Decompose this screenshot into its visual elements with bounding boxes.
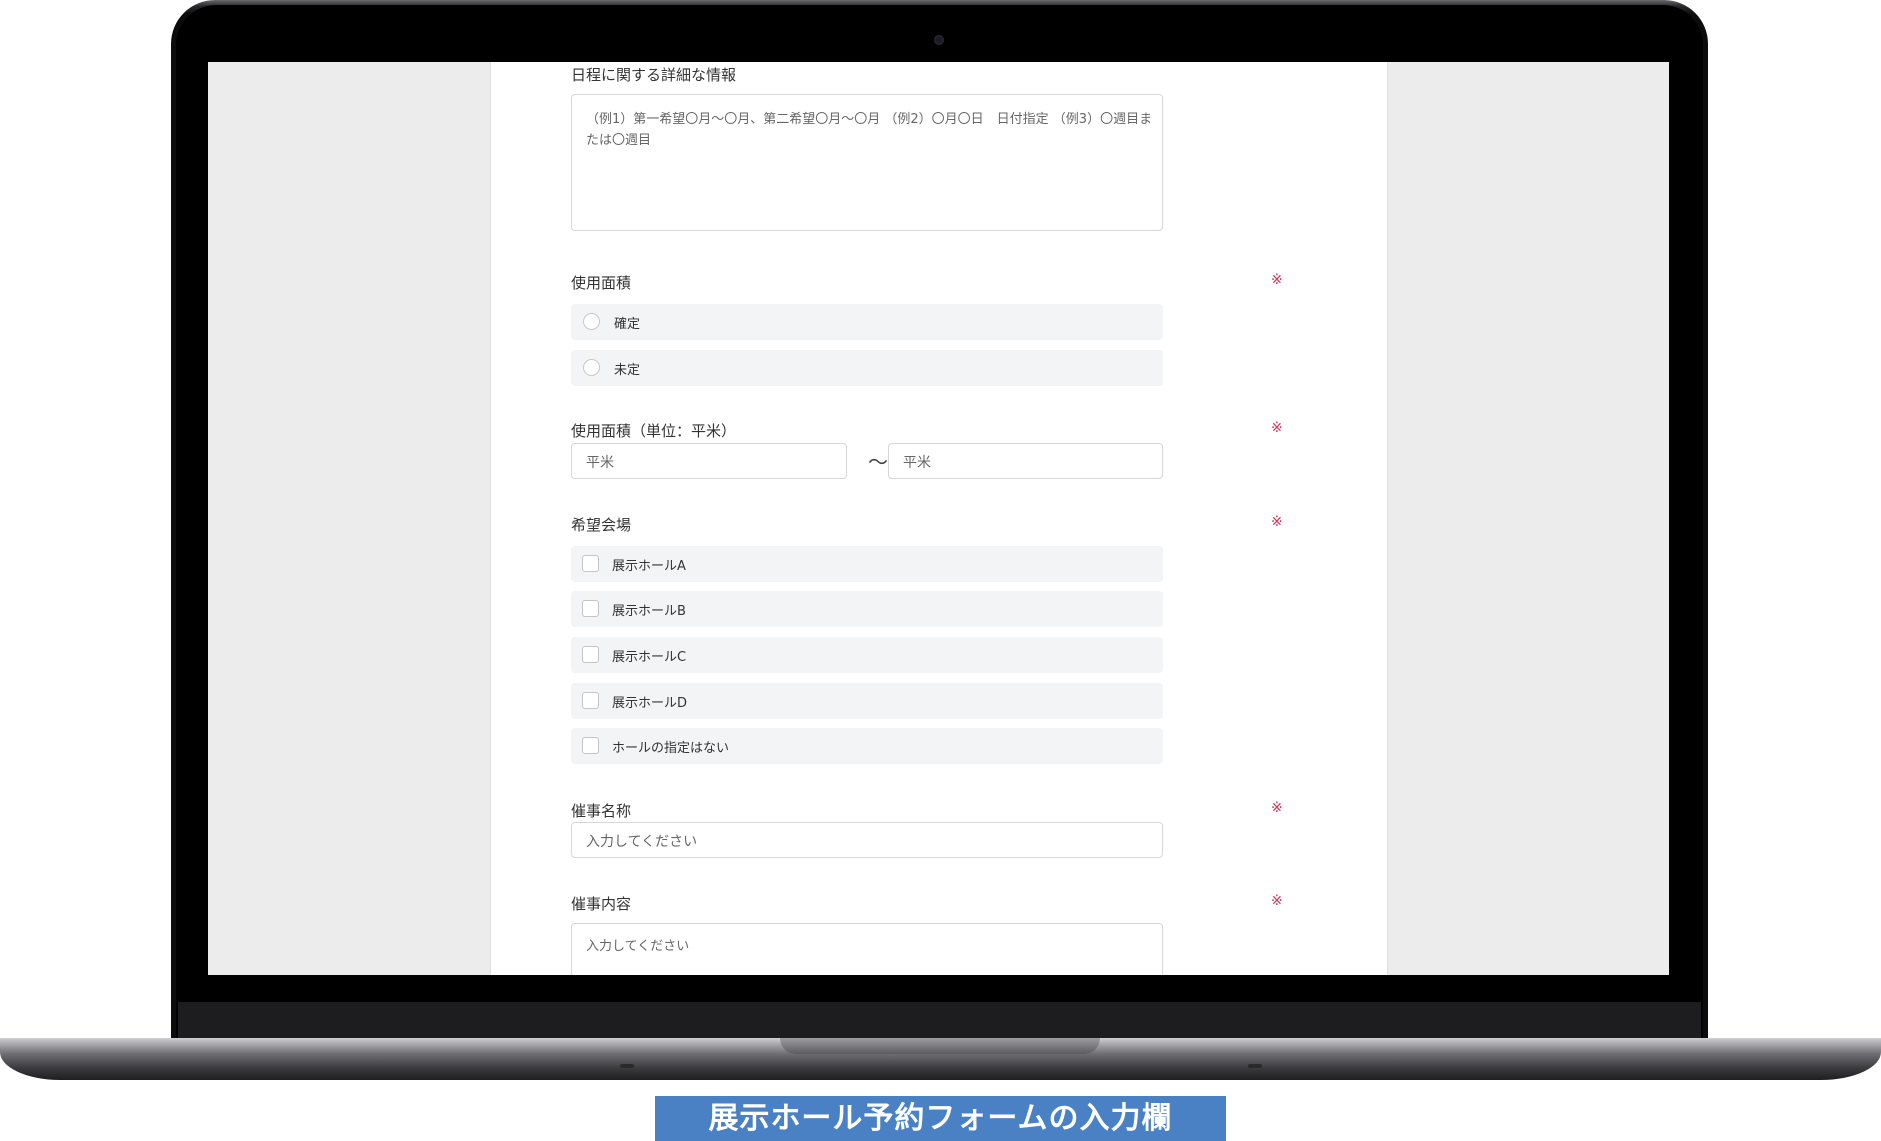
area-unit-label: 使用面積（単位：平米） (571, 422, 737, 440)
venue-option-label: 展示ホールC (612, 650, 687, 665)
checkbox[interactable] (582, 555, 599, 572)
laptop-foot (1248, 1064, 1262, 1068)
required-mark: ※ (1271, 420, 1283, 436)
checkbox[interactable] (582, 646, 599, 663)
area-option-label: 確定 (614, 317, 641, 332)
area-to-input[interactable]: 平米 (888, 443, 1163, 479)
screen: 日程に関する詳細な情報 （例1）第一希望〇月〜〇月、第二希望〇月〜〇月 （例2）… (208, 62, 1669, 975)
event-name-label: 催事名称 (571, 802, 632, 820)
radio-button[interactable] (583, 359, 600, 376)
venue-option-label: 展示ホールD (612, 696, 688, 711)
area-option-undecided[interactable]: 未定 (571, 350, 1163, 386)
required-mark: ※ (1271, 800, 1283, 816)
event-content-textarea[interactable]: 入力してください (571, 923, 1163, 975)
schedule-detail-placeholder: （例1）第一希望〇月〜〇月、第二希望〇月〜〇月 （例2）〇月〇日 日付指定 （例… (586, 112, 1153, 148)
caption-banner: 展示ホール予約フォームの入力欄 (655, 1096, 1226, 1141)
area-label: 使用面積 (571, 274, 632, 292)
venue-option-no-preference[interactable]: ホールの指定はない (571, 728, 1163, 764)
venue-option-hall-a[interactable]: 展示ホールA (571, 546, 1163, 582)
venue-label: 希望会場 (571, 516, 632, 534)
event-content-placeholder: 入力してください (586, 939, 690, 954)
area-option-confirmed[interactable]: 確定 (571, 304, 1163, 340)
form-page: 日程に関する詳細な情報 （例1）第一希望〇月〜〇月、第二希望〇月〜〇月 （例2）… (490, 62, 1388, 975)
checkbox[interactable] (582, 737, 599, 754)
venue-option-hall-d[interactable]: 展示ホールD (571, 683, 1163, 719)
event-name-input[interactable]: 入力してください (571, 822, 1163, 858)
checkbox[interactable] (582, 692, 599, 709)
checkbox[interactable] (582, 600, 599, 617)
required-mark: ※ (1271, 272, 1283, 288)
camera-icon (934, 35, 944, 45)
laptop-foot (620, 1064, 634, 1068)
venue-option-hall-c[interactable]: 展示ホールC (571, 637, 1163, 673)
area-option-label: 未定 (614, 363, 641, 378)
laptop-chin (178, 1002, 1701, 1038)
required-mark: ※ (1271, 893, 1283, 909)
area-from-placeholder: 平米 (586, 455, 614, 471)
venue-option-label: 展示ホールA (612, 559, 686, 574)
venue-option-label: 展示ホールB (612, 604, 686, 619)
required-mark: ※ (1271, 514, 1283, 530)
event-content-label: 催事内容 (571, 895, 632, 913)
schedule-detail-textarea[interactable]: （例1）第一希望〇月〜〇月、第二希望〇月〜〇月 （例2）〇月〇日 日付指定 （例… (571, 94, 1163, 231)
range-separator: 〜 (868, 450, 888, 474)
area-from-input[interactable]: 平米 (571, 443, 847, 479)
venue-option-hall-b[interactable]: 展示ホールB (571, 591, 1163, 627)
schedule-detail-label: 日程に関する詳細な情報 (571, 66, 737, 84)
event-name-placeholder: 入力してください (586, 834, 698, 850)
radio-button[interactable] (583, 313, 600, 330)
venue-option-label: ホールの指定はない (612, 741, 730, 756)
laptop-notch (780, 1038, 1100, 1054)
area-to-placeholder: 平米 (903, 455, 931, 471)
